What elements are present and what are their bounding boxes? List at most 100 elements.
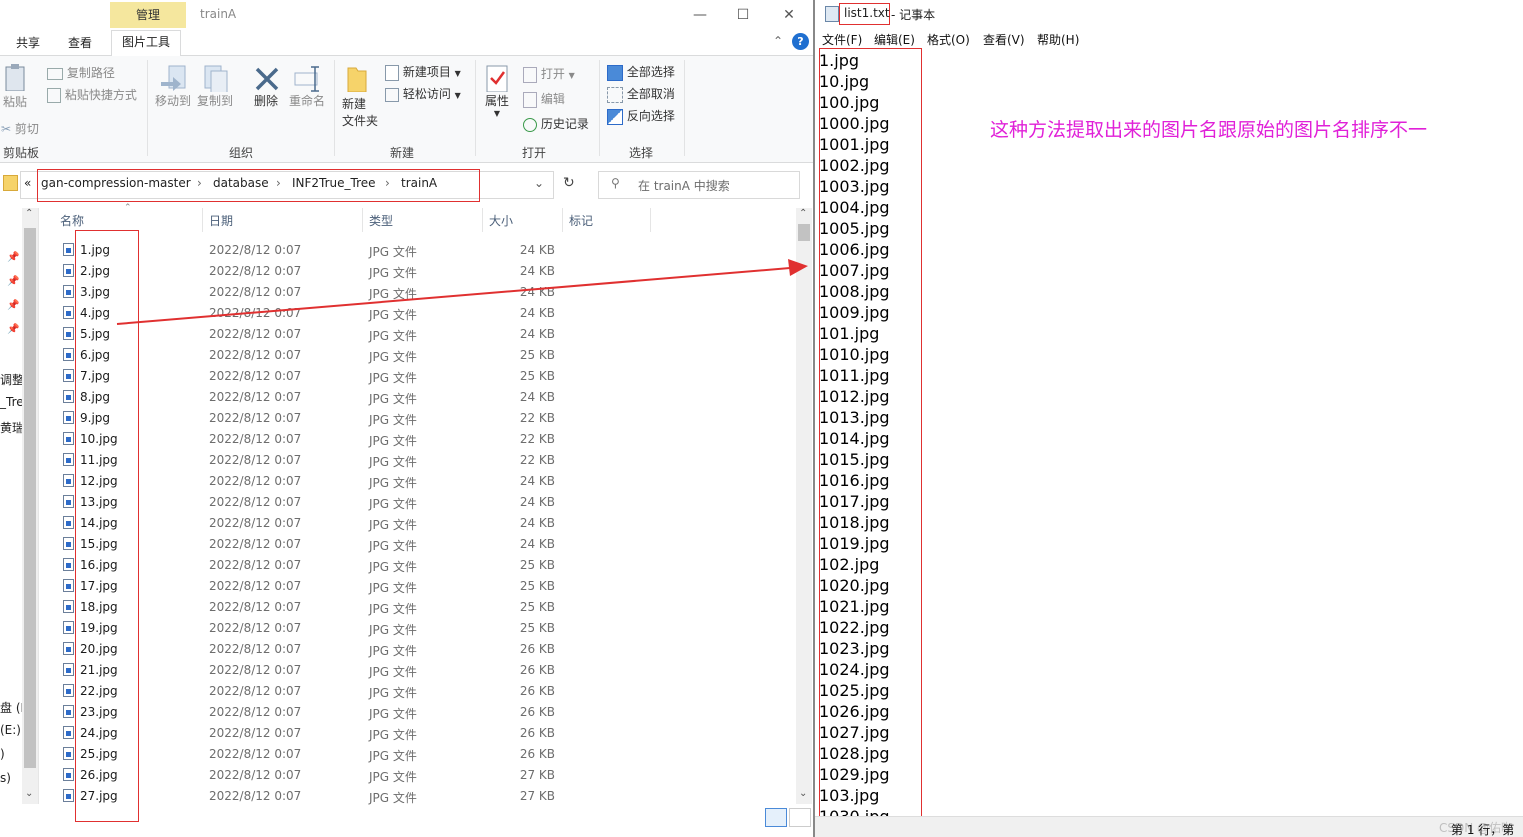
notepad-app-icon	[825, 6, 839, 22]
file-date: 2022/8/12 0:07	[209, 663, 302, 677]
select-all-button[interactable]: 全部选择	[607, 63, 675, 81]
context-tab-manage[interactable]: 管理	[110, 2, 186, 28]
highlight-box-notepad-lines	[819, 48, 922, 830]
column-header-date[interactable]: 日期	[209, 212, 233, 236]
easy-access-button[interactable]: 轻松访问 ▼	[385, 85, 461, 102]
details-view-icon[interactable]	[765, 808, 787, 827]
group-label-open: 打开	[522, 146, 547, 160]
file-date: 2022/8/12 0:07	[209, 348, 302, 362]
file-date: 2022/8/12 0:07	[209, 537, 302, 551]
cut-button[interactable]: ✂ 剪切	[1, 120, 39, 137]
close-button[interactable]: ✕	[766, 2, 812, 28]
file-type: JPG 文件	[369, 791, 417, 805]
file-size: 26 KB	[519, 747, 555, 761]
rename-button[interactable]: 重命名	[289, 64, 325, 109]
large-icons-view-icon[interactable]	[789, 808, 811, 827]
tab-view[interactable]: 查看	[68, 34, 92, 51]
file-type: JPG 文件	[369, 644, 417, 658]
help-icon[interactable]: ?	[792, 33, 809, 50]
explorer-title-bar: 管理 trainA — ☐ ✕	[0, 0, 813, 30]
file-type: JPG 文件	[369, 476, 417, 490]
menu-file[interactable]: 文件(F)	[822, 31, 862, 48]
file-size: 25 KB	[519, 600, 555, 614]
menu-help[interactable]: 帮助(H)	[1037, 31, 1079, 48]
group-divider	[475, 60, 476, 156]
tab-share[interactable]: 共享	[16, 34, 40, 51]
menu-edit[interactable]: 编辑(E)	[874, 31, 915, 48]
file-size: 27 KB	[519, 768, 555, 782]
properties-label: 属性	[484, 94, 509, 108]
search-icon: ⚲	[611, 176, 620, 190]
image-file-icon	[63, 768, 74, 781]
select-all-label: 全部选择	[626, 65, 675, 79]
file-size: 22 KB	[519, 432, 555, 446]
column-header-size[interactable]: 大小	[489, 212, 513, 236]
file-date: 2022/8/12 0:07	[209, 327, 302, 341]
overflow-chevron-icon[interactable]: «	[24, 176, 31, 190]
file-list-scrollbar[interactable]: ⌃ ⌄	[796, 208, 812, 804]
properties-button[interactable]: 属性 ▼	[483, 64, 511, 118]
search-box[interactable]: ⚲ 在 trainA 中搜索	[598, 171, 800, 199]
column-divider[interactable]	[650, 208, 651, 232]
group-divider	[684, 60, 685, 156]
file-size: 22 KB	[519, 453, 555, 467]
group-label-organize: 组织	[229, 146, 254, 160]
file-size: 26 KB	[519, 705, 555, 719]
column-divider[interactable]	[562, 208, 563, 232]
image-file-icon	[63, 537, 74, 550]
file-type: JPG 文件	[369, 518, 417, 532]
copy-path-button[interactable]: 复制路径	[47, 64, 115, 81]
file-size: 25 KB	[519, 558, 555, 572]
column-divider[interactable]	[362, 208, 363, 232]
paste-shortcut-button[interactable]: 粘贴快捷方式	[47, 86, 137, 103]
new-folder-button[interactable]: 新建 文件夹	[342, 64, 378, 129]
menu-view[interactable]: 查看(V)	[983, 31, 1025, 48]
file-date: 2022/8/12 0:07	[209, 369, 302, 383]
open-label: 打开	[540, 67, 565, 81]
edit-icon	[523, 91, 537, 108]
file-type: JPG 文件	[369, 728, 417, 742]
maximize-button[interactable]: ☐	[720, 2, 766, 28]
group-label-clipboard: 剪贴板	[3, 146, 40, 160]
image-file-icon	[63, 705, 74, 718]
select-none-label: 全部取消	[626, 87, 675, 101]
move-to-icon	[161, 65, 186, 91]
invert-selection-button[interactable]: 反向选择	[607, 107, 675, 125]
collapse-ribbon-icon[interactable]: ⌃	[773, 34, 783, 48]
menu-format[interactable]: 格式(O)	[927, 31, 970, 48]
file-size: 24 KB	[519, 495, 555, 509]
column-header-type[interactable]: 类型	[369, 212, 393, 236]
column-header-tag[interactable]: 标记	[569, 212, 593, 236]
file-type: JPG 文件	[369, 623, 417, 637]
history-button[interactable]: 历史记录	[523, 115, 589, 132]
tab-picture-tools[interactable]: 图片工具	[111, 30, 182, 57]
dropdown-arrow-icon: ▼	[568, 71, 575, 80]
column-divider[interactable]	[482, 208, 483, 232]
minimize-button[interactable]: —	[677, 2, 723, 28]
paste-button[interactable]: 粘贴	[3, 63, 31, 110]
highlight-box-file-names	[75, 230, 139, 822]
history-label: 历史记录	[540, 117, 589, 131]
scroll-up-icon[interactable]: ⌃	[25, 208, 33, 219]
delete-button[interactable]: 删除	[252, 64, 280, 109]
image-file-icon	[63, 789, 74, 802]
scroll-up-icon[interactable]: ⌃	[799, 208, 807, 219]
annotation-text: 这种方法提取出来的图片名跟原始的图片名排序不一	[990, 119, 1428, 141]
file-size: 24 KB	[519, 264, 555, 278]
open-button[interactable]: 打开 ▼	[523, 65, 575, 83]
select-none-button[interactable]: 全部取消	[607, 85, 675, 103]
cut-label: 剪切	[14, 122, 39, 136]
edit-button[interactable]: 编辑	[523, 90, 565, 108]
image-file-icon	[63, 663, 74, 676]
file-scroll-thumb[interactable]	[798, 224, 810, 241]
column-divider[interactable]	[202, 208, 203, 232]
file-date: 2022/8/12 0:07	[209, 684, 302, 698]
scroll-down-icon[interactable]: ⌄	[799, 788, 807, 799]
new-item-label: 新建项目	[402, 65, 451, 79]
new-item-button[interactable]: 新建项目 ▼	[385, 63, 461, 81]
move-to-button[interactable]: 移动到	[155, 64, 191, 109]
refresh-icon[interactable]: ↻	[563, 175, 575, 191]
address-dropdown-icon[interactable]: ⌄	[534, 176, 544, 190]
ribbon-tab-bar: 共享 查看 图片工具 ⌃ ?	[0, 30, 813, 57]
copy-to-button[interactable]: 复制到	[197, 64, 233, 109]
